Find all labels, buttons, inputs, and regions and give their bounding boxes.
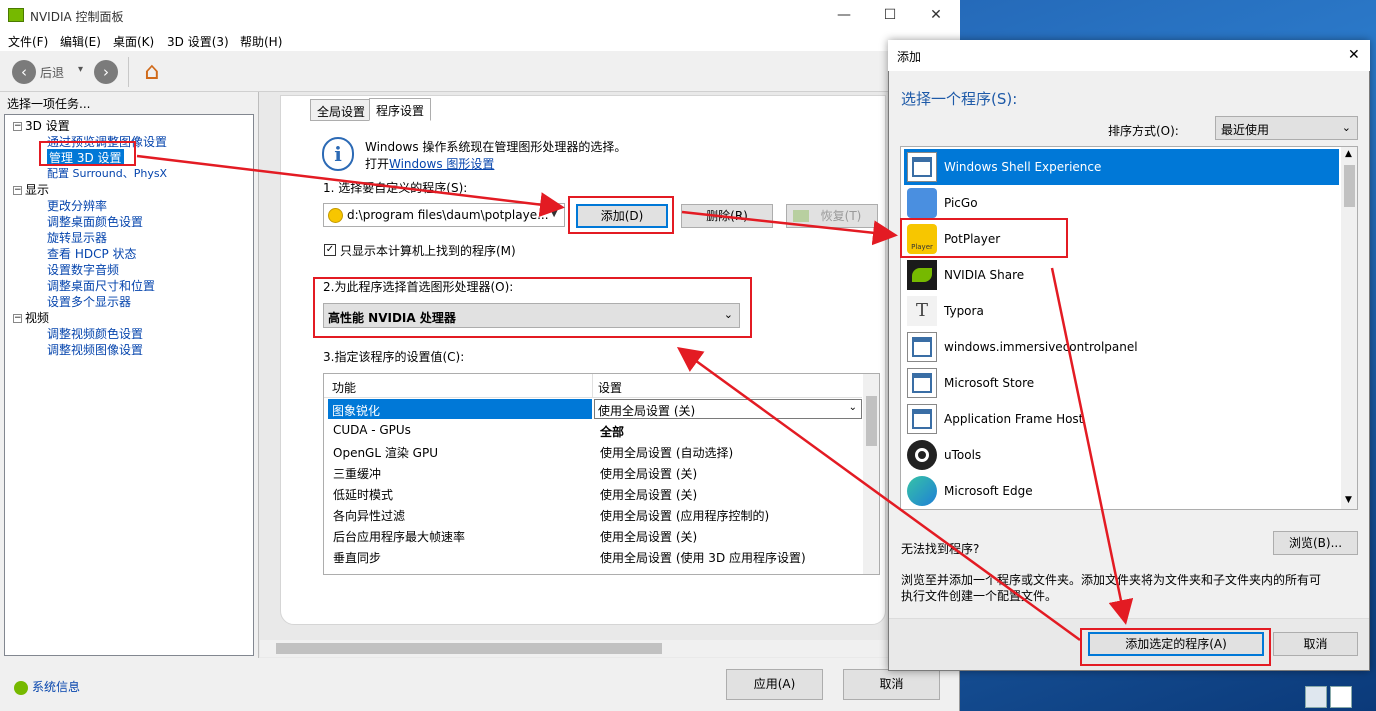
arrow-to-potplayer	[681, 210, 898, 246]
arrow-to-add-selected	[1050, 267, 1134, 625]
arrow-to-gpu-select	[676, 347, 1081, 642]
details-view-icon[interactable]	[1305, 686, 1327, 708]
preview-view-icon[interactable]	[1330, 686, 1352, 708]
annotation-arrows	[136, 154, 1134, 642]
arrow-to-add-button	[136, 154, 565, 218]
